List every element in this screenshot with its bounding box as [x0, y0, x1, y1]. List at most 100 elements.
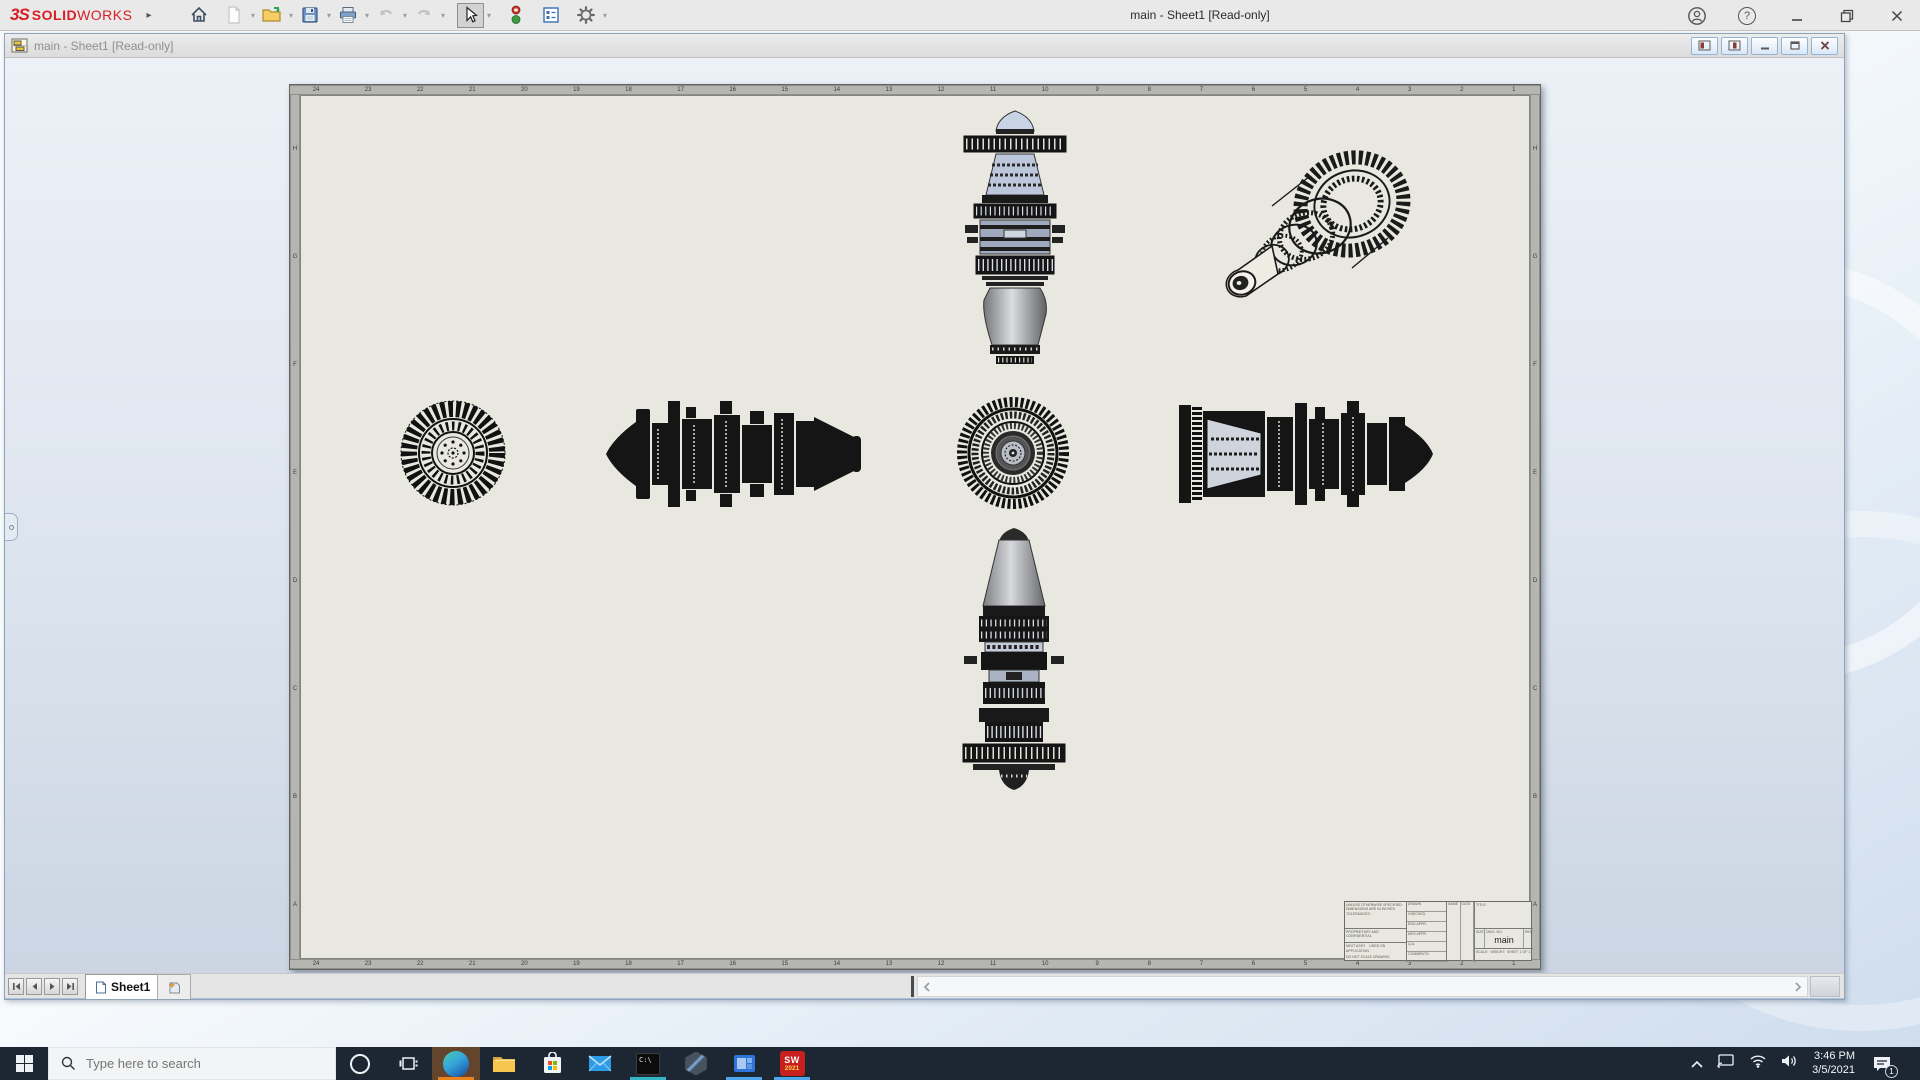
save-dropdown[interactable]: ▾: [324, 11, 335, 20]
cortana-button[interactable]: [336, 1047, 384, 1080]
pane-right-icon: [1728, 40, 1741, 51]
solidworks-logo: 3S SOLID WORKS: [10, 5, 132, 25]
command-prompt-button[interactable]: C:\: [624, 1047, 672, 1080]
scroll-right-arrow[interactable]: [1789, 977, 1807, 996]
window-controls: ?: [1684, 0, 1910, 31]
edrawings-button[interactable]: [672, 1047, 720, 1080]
mdi-client-area: main - Sheet1 [Read-only] 24232221201918…: [0, 31, 1920, 1047]
cortana-icon: [350, 1054, 370, 1074]
mail-button[interactable]: [576, 1047, 624, 1080]
taskbar-clock[interactable]: 3:46 PM 3/5/2021: [1812, 1050, 1855, 1078]
close-button[interactable]: [1884, 3, 1910, 29]
zone-number: 8: [1123, 960, 1175, 968]
open-button[interactable]: [259, 3, 286, 28]
task-view-button[interactable]: [384, 1047, 432, 1080]
help-button[interactable]: ?: [1734, 3, 1760, 29]
file-properties-icon: [541, 5, 561, 25]
select-tool-dropdown[interactable]: ▾: [484, 11, 495, 20]
pane-splitter-handle[interactable]: [911, 976, 914, 997]
zone-letter: F: [1531, 311, 1539, 419]
next-sheet-button[interactable]: [44, 978, 60, 995]
prev-sheet-button[interactable]: [26, 978, 42, 995]
new-document-button[interactable]: [221, 3, 248, 28]
start-button[interactable]: [0, 1047, 48, 1080]
zone-letter: D: [291, 527, 299, 635]
panel-collapse-tab[interactable]: [5, 513, 18, 541]
doc-restore-button[interactable]: [1781, 37, 1808, 55]
drawing-view-bottom[interactable]: [959, 528, 1069, 792]
zone-number: 5: [1279, 86, 1331, 94]
close-icon: [1890, 9, 1904, 23]
undo-button[interactable]: [373, 3, 400, 28]
tray-chevron-button[interactable]: [1691, 1055, 1703, 1073]
open-dropdown[interactable]: ▾: [286, 11, 297, 20]
zone-number: 22: [394, 86, 446, 94]
options-button[interactable]: [573, 3, 600, 28]
horizontal-scrollbar[interactable]: [917, 976, 1808, 997]
action-center-button[interactable]: 1: [1869, 1051, 1895, 1077]
cast-button[interactable]: [1717, 1054, 1735, 1073]
doc-close-button[interactable]: [1811, 37, 1838, 55]
sheet-tab-sheet1[interactable]: Sheet1: [85, 974, 160, 999]
store-button[interactable]: [528, 1047, 576, 1080]
drawing-viewport[interactable]: 242322212019181716151413121110987654321 …: [5, 58, 1844, 973]
tile-right-button[interactable]: [1721, 37, 1748, 55]
title-block-scale-row: SCALE: WEIGHT: SHEET 1 OF 1: [1475, 948, 1533, 962]
print-button[interactable]: [335, 3, 362, 28]
scroll-left-arrow[interactable]: [918, 977, 936, 996]
doc-minimize-button[interactable]: [1751, 37, 1778, 55]
taskbar-search[interactable]: [48, 1047, 336, 1080]
zone-letter: D: [1531, 527, 1539, 635]
document-window: main - Sheet1 [Read-only] 24232221201918…: [4, 33, 1845, 1000]
save-button[interactable]: [297, 3, 324, 28]
restore-button[interactable]: [1834, 3, 1860, 29]
collapse-dot-icon: [9, 525, 14, 530]
zone-number: 24: [290, 960, 342, 968]
new-document-dropdown[interactable]: ▾: [248, 11, 259, 20]
options-dropdown[interactable]: ▾: [600, 11, 611, 20]
account-button[interactable]: [1684, 3, 1710, 29]
app-toolbar: 3S SOLID WORKS ▸ ▾ ▾ ▾ ▾ ▾ ▾: [0, 0, 1920, 31]
edge-button[interactable]: [432, 1047, 480, 1080]
select-tool-button[interactable]: [457, 3, 484, 28]
print-dropdown[interactable]: ▾: [362, 11, 373, 20]
scrollbar-track[interactable]: [936, 977, 1789, 996]
tile-left-button[interactable]: [1691, 37, 1718, 55]
file-properties-button[interactable]: [538, 3, 565, 28]
drawing-number: main: [1485, 935, 1523, 946]
title-block-name-date: NAME DATE: [1447, 902, 1475, 962]
system-tray: 3:46 PM 3/5/2021 1: [1691, 1047, 1920, 1080]
add-sheet-tab[interactable]: [157, 974, 191, 999]
print-icon: [338, 5, 358, 25]
last-sheet-button[interactable]: [62, 978, 78, 995]
zone-number: 11: [967, 960, 1019, 968]
document-titlebar[interactable]: main - Sheet1 [Read-only]: [5, 34, 1844, 58]
rebuild-button[interactable]: [503, 3, 530, 28]
minimize-button[interactable]: [1784, 3, 1810, 29]
undo-dropdown[interactable]: ▾: [400, 11, 411, 20]
home-button[interactable]: [186, 3, 213, 28]
drawing-view-isometric[interactable]: [1202, 142, 1417, 313]
drawing-sheet[interactable]: 242322212019181716151413121110987654321 …: [289, 84, 1541, 970]
clock-date: 3/5/2021: [1812, 1064, 1855, 1078]
wifi-button[interactable]: [1749, 1054, 1767, 1073]
drawing-view-side-left[interactable]: [602, 399, 865, 509]
drawing-view-front[interactable]: [956, 396, 1070, 510]
zone-letter: E: [1531, 419, 1539, 527]
drawing-view-top[interactable]: [960, 109, 1070, 367]
file-explorer-button[interactable]: [480, 1047, 528, 1080]
volume-button[interactable]: [1781, 1054, 1798, 1073]
redo-dropdown[interactable]: ▾: [438, 11, 449, 20]
doc-minimize-icon: [1759, 41, 1771, 51]
zone-letter: E: [291, 419, 299, 527]
toolbar-flyout-arrow[interactable]: ▸: [146, 10, 151, 21]
redo-button[interactable]: [411, 3, 438, 28]
add-sheet-icon: [167, 981, 182, 994]
search-input[interactable]: [86, 1056, 306, 1071]
notification-badge: 1: [1885, 1065, 1898, 1078]
photos-button[interactable]: [720, 1047, 768, 1080]
first-sheet-button[interactable]: [8, 978, 24, 995]
drawing-view-left-fan[interactable]: [396, 396, 510, 510]
drawing-view-side-right[interactable]: [1175, 399, 1435, 509]
solidworks-2021-button[interactable]: SW 2021: [768, 1047, 816, 1080]
